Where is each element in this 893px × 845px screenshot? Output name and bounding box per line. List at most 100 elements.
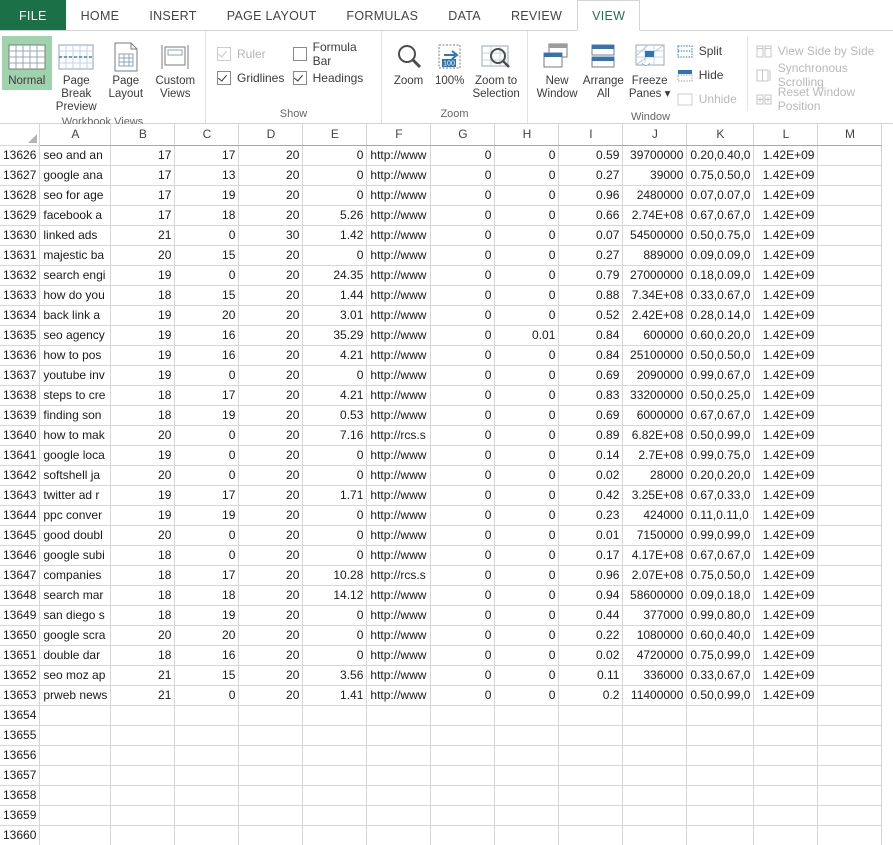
- cell-E13659[interactable]: [303, 805, 367, 825]
- cell-K13639[interactable]: 0.67,0.67,0: [687, 405, 754, 425]
- cell-H13631[interactable]: 0: [495, 245, 559, 265]
- cell-F13640[interactable]: http://rcs.s: [367, 425, 431, 445]
- cell-F13632[interactable]: http://www: [367, 265, 431, 285]
- cell-J13641[interactable]: 2.7E+08: [623, 445, 687, 465]
- cell-A13630[interactable]: linked ads: [40, 225, 111, 245]
- cell-G13649[interactable]: 0: [431, 605, 495, 625]
- ribbon-tab-data[interactable]: DATA: [433, 0, 496, 30]
- row-header[interactable]: 13636: [0, 345, 40, 365]
- zoom-100-button[interactable]: 100 100%: [429, 36, 470, 90]
- cell-H13647[interactable]: 0: [495, 565, 559, 585]
- cell-G13647[interactable]: 0: [431, 565, 495, 585]
- cell-A13654[interactable]: [40, 705, 111, 725]
- cell-I13657[interactable]: [559, 765, 623, 785]
- cell-I13635[interactable]: 0.84: [559, 325, 623, 345]
- cell-F13639[interactable]: http://www: [367, 405, 431, 425]
- cell-J13648[interactable]: 58600000: [623, 585, 687, 605]
- column-header-J[interactable]: J: [623, 124, 687, 145]
- cell-I13644[interactable]: 0.23: [559, 505, 623, 525]
- cell-H13644[interactable]: 0: [495, 505, 559, 525]
- cell-L13633[interactable]: 1.42E+09: [754, 285, 818, 305]
- cell-D13656[interactable]: [239, 745, 303, 765]
- cell-M13644[interactable]: [818, 505, 882, 525]
- cell-D13660[interactable]: [239, 825, 303, 845]
- cell-A13632[interactable]: search engi: [40, 265, 111, 285]
- column-header-F[interactable]: F: [367, 124, 431, 145]
- cell-F13654[interactable]: [367, 705, 431, 725]
- cell-D13629[interactable]: 20: [239, 205, 303, 225]
- cell-B13640[interactable]: 20: [111, 425, 175, 445]
- cell-E13634[interactable]: 3.01: [303, 305, 367, 325]
- cell-G13638[interactable]: 0: [431, 385, 495, 405]
- cell-G13654[interactable]: [431, 705, 495, 725]
- cell-L13626[interactable]: 1.42E+09: [754, 145, 818, 165]
- cell-J13651[interactable]: 4720000: [623, 645, 687, 665]
- row-header[interactable]: 13650: [0, 625, 40, 645]
- cell-D13655[interactable]: [239, 725, 303, 745]
- cell-E13656[interactable]: [303, 745, 367, 765]
- cell-I13656[interactable]: [559, 745, 623, 765]
- column-header-H[interactable]: H: [495, 124, 559, 145]
- cell-J13642[interactable]: 28000: [623, 465, 687, 485]
- cell-F13633[interactable]: http://www: [367, 285, 431, 305]
- cell-A13644[interactable]: ppc conver: [40, 505, 111, 525]
- cell-C13627[interactable]: 13: [175, 165, 239, 185]
- cell-K13645[interactable]: 0.99,0.99,0: [687, 525, 754, 545]
- cell-E13633[interactable]: 1.44: [303, 285, 367, 305]
- cell-K13636[interactable]: 0.50,0.50,0: [687, 345, 754, 365]
- cell-D13657[interactable]: [239, 765, 303, 785]
- cell-C13653[interactable]: 0: [175, 685, 239, 705]
- cell-H13658[interactable]: [495, 785, 559, 805]
- column-header-E[interactable]: E: [303, 124, 367, 145]
- page-layout-button[interactable]: Page Layout: [101, 36, 151, 103]
- page-break-preview-button[interactable]: Page Break Preview: [52, 36, 102, 116]
- row-header[interactable]: 13641: [0, 445, 40, 465]
- cell-C13654[interactable]: [175, 705, 239, 725]
- row-header[interactable]: 13649: [0, 605, 40, 625]
- cell-A13648[interactable]: search mar: [40, 585, 111, 605]
- cell-F13629[interactable]: http://www: [367, 205, 431, 225]
- cell-B13629[interactable]: 17: [111, 205, 175, 225]
- cell-A13658[interactable]: [40, 785, 111, 805]
- cell-H13634[interactable]: 0: [495, 305, 559, 325]
- cell-C13633[interactable]: 15: [175, 285, 239, 305]
- cell-A13649[interactable]: san diego s: [40, 605, 111, 625]
- cell-H13629[interactable]: 0: [495, 205, 559, 225]
- cell-K13630[interactable]: 0.50,0.75,0: [687, 225, 754, 245]
- row-header[interactable]: 13638: [0, 385, 40, 405]
- cell-C13631[interactable]: 15: [175, 245, 239, 265]
- cell-B13660[interactable]: [111, 825, 175, 845]
- cell-D13634[interactable]: 20: [239, 305, 303, 325]
- cell-H13628[interactable]: 0: [495, 185, 559, 205]
- cell-M13658[interactable]: [818, 785, 882, 805]
- column-header-C[interactable]: C: [175, 124, 239, 145]
- formula-bar-checkbox[interactable]: Formula Bar: [293, 42, 376, 66]
- cell-D13641[interactable]: 20: [239, 445, 303, 465]
- ribbon-tab-home[interactable]: HOME: [66, 0, 135, 30]
- cell-J13627[interactable]: 39000: [623, 165, 687, 185]
- cell-C13650[interactable]: 20: [175, 625, 239, 645]
- cell-L13659[interactable]: [754, 805, 818, 825]
- cell-A13657[interactable]: [40, 765, 111, 785]
- cell-D13654[interactable]: [239, 705, 303, 725]
- cell-F13651[interactable]: http://www: [367, 645, 431, 665]
- cell-F13636[interactable]: http://www: [367, 345, 431, 365]
- cell-E13648[interactable]: 14.12: [303, 585, 367, 605]
- new-window-button[interactable]: New Window: [534, 36, 580, 103]
- cell-A13655[interactable]: [40, 725, 111, 745]
- cell-L13652[interactable]: 1.42E+09: [754, 665, 818, 685]
- cell-H13626[interactable]: 0: [495, 145, 559, 165]
- cell-G13627[interactable]: 0: [431, 165, 495, 185]
- cell-E13658[interactable]: [303, 785, 367, 805]
- cell-I13660[interactable]: [559, 825, 623, 845]
- cell-J13644[interactable]: 424000: [623, 505, 687, 525]
- cell-I13631[interactable]: 0.27: [559, 245, 623, 265]
- column-header-B[interactable]: B: [111, 124, 175, 145]
- zoom-button[interactable]: Zoom: [388, 36, 429, 90]
- row-header[interactable]: 13646: [0, 545, 40, 565]
- cell-M13640[interactable]: [818, 425, 882, 445]
- cell-H13660[interactable]: [495, 825, 559, 845]
- cell-H13638[interactable]: 0: [495, 385, 559, 405]
- cell-M13626[interactable]: [818, 145, 882, 165]
- cell-B13641[interactable]: 19: [111, 445, 175, 465]
